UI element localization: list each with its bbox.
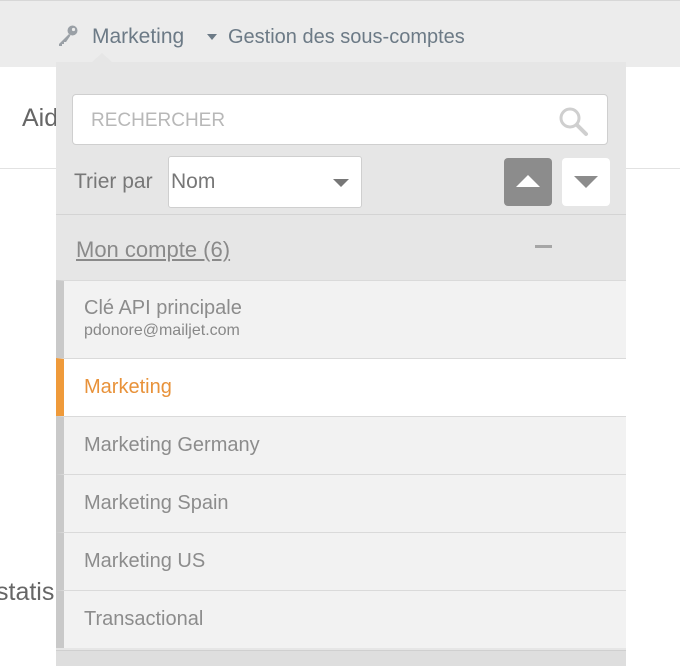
account-item-marketing-us[interactable]: Marketing US (56, 532, 626, 590)
sort-descending-icon (574, 176, 598, 188)
account-item-marketing[interactable]: Marketing (56, 358, 626, 416)
current-account-name[interactable]: Marketing (92, 25, 184, 49)
dropdown-bottom-edge (56, 650, 626, 666)
account-item-label: Marketing (84, 376, 172, 398)
sort-select[interactable]: Nom (168, 156, 362, 208)
background-aide-text: Aid (22, 104, 59, 132)
account-item-label: Marketing US (84, 550, 206, 572)
account-item-email: pdonore@mailjet.com (84, 322, 240, 339)
search-box (72, 94, 608, 146)
account-group-header[interactable]: Mon compte (6) (56, 214, 626, 280)
account-item-transactional[interactable]: Transactional (56, 590, 626, 648)
account-item-label: Marketing Germany (84, 434, 260, 456)
account-list: Clé API principale pdonore@mailjet.com M… (56, 280, 626, 648)
sort-selected-value: Nom (171, 170, 216, 193)
key-icon (59, 25, 78, 46)
account-item-marketing-germany[interactable]: Marketing Germany (56, 416, 626, 474)
account-item-label: Clé API principale (84, 297, 242, 319)
account-item-marketing-spain[interactable]: Marketing Spain (56, 474, 626, 532)
sort-descending-button[interactable] (562, 158, 610, 206)
search-icon[interactable] (557, 105, 589, 137)
manage-subaccounts-link[interactable]: Gestion des sous-comptes (228, 26, 465, 49)
sort-label: Trier par (74, 170, 153, 193)
account-item-label: Marketing Spain (84, 492, 229, 514)
collapse-icon[interactable] (535, 245, 552, 248)
chevron-down-icon (333, 179, 349, 187)
account-item-label: Transactional (84, 608, 204, 630)
account-item-main-api-key[interactable]: Clé API principale pdonore@mailjet.com (56, 280, 626, 358)
account-group-title[interactable]: Mon compte (6) (76, 237, 230, 263)
account-switcher-dropdown: Trier par Nom Mon compte (6) Clé API pri… (56, 62, 626, 666)
caret-down-icon[interactable] (207, 34, 217, 40)
search-input[interactable] (89, 95, 553, 146)
sort-ascending-icon (516, 175, 540, 187)
background-statistics-text: statis (0, 578, 55, 606)
sort-ascending-button[interactable] (504, 158, 552, 206)
